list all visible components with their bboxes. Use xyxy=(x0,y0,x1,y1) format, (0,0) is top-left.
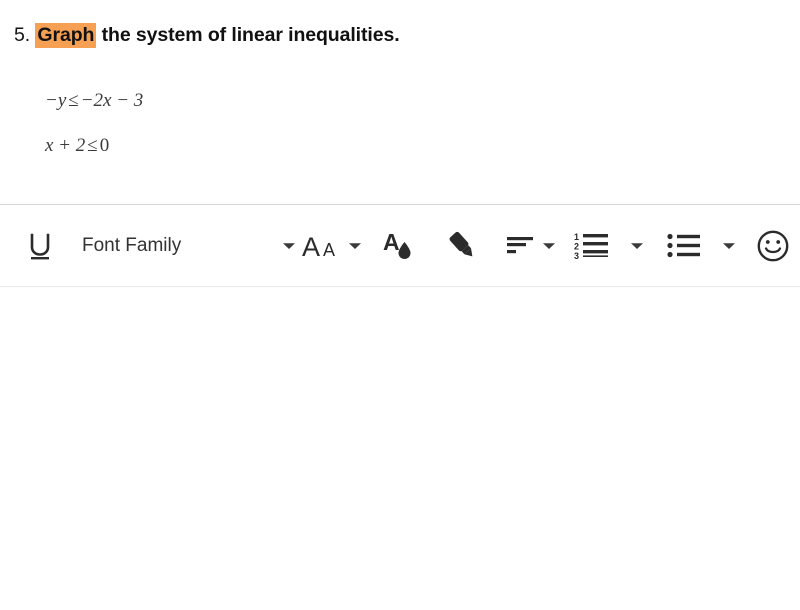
font-family-label: Font Family xyxy=(82,234,182,256)
numbered-list-icon: 1 2 3 xyxy=(574,230,610,262)
question-heading: 5. Graph the system of linear inequaliti… xyxy=(14,22,400,48)
numbered-list-caret-button[interactable] xyxy=(626,205,648,286)
equation-line-1: −y ≤ −2x − 3 xyxy=(45,90,143,112)
equation-2-lhs: x + 2 xyxy=(45,135,86,156)
bulleted-list-button[interactable] xyxy=(664,205,704,286)
underline-icon xyxy=(25,230,55,262)
chevron-down-icon xyxy=(630,241,644,251)
chevron-down-icon xyxy=(282,241,296,251)
svg-text:3: 3 xyxy=(574,251,579,261)
chevron-down-icon xyxy=(722,241,736,251)
equation-1-lhs: −y xyxy=(45,90,67,111)
smiley-icon xyxy=(756,229,790,263)
text-align-caret-button[interactable] xyxy=(538,205,560,286)
equation-list: −y ≤ −2x − 3 x + 2 ≤0 xyxy=(45,90,143,157)
chevron-down-icon xyxy=(542,241,556,251)
highlighter-button[interactable] xyxy=(442,205,484,286)
editor-toolbar: Font Family A A A 1 2 3 xyxy=(0,204,800,287)
question-number: 5. xyxy=(14,24,31,46)
equation-2-relation: ≤ xyxy=(87,135,98,156)
svg-text:A: A xyxy=(323,240,335,260)
text-align-button[interactable] xyxy=(502,205,538,286)
question-text: the system of linear inequalities. xyxy=(96,24,400,46)
equation-1-relation: ≤ xyxy=(68,90,79,111)
svg-text:2: 2 xyxy=(574,241,579,251)
text-color-icon: A xyxy=(383,228,417,264)
text-color-button[interactable]: A xyxy=(382,205,418,286)
svg-text:A: A xyxy=(383,229,400,255)
equation-2-rhs: 0 xyxy=(99,135,110,156)
svg-text:1: 1 xyxy=(574,232,579,242)
underline-button[interactable] xyxy=(20,205,60,286)
equation-line-2: x + 2 ≤0 xyxy=(45,135,143,157)
font-size-icon: A A xyxy=(302,230,346,262)
svg-text:A: A xyxy=(302,232,320,262)
font-size-button[interactable]: A A xyxy=(302,205,346,286)
font-size-caret-button[interactable] xyxy=(344,205,366,286)
highlighter-icon xyxy=(443,228,483,264)
document-canvas[interactable] xyxy=(0,288,800,610)
numbered-list-button[interactable]: 1 2 3 xyxy=(572,205,612,286)
bulleted-list-icon xyxy=(667,231,701,261)
chevron-down-icon xyxy=(348,241,362,251)
text-align-icon xyxy=(505,231,535,261)
font-family-caret-button[interactable] xyxy=(278,205,300,286)
bulleted-list-caret-button[interactable] xyxy=(718,205,740,286)
emoji-button[interactable] xyxy=(754,205,792,286)
highlighted-word: Graph xyxy=(35,23,97,48)
equation-1-rhs: −2x − 3 xyxy=(80,90,144,111)
font-family-dropdown[interactable]: Font Family xyxy=(82,205,181,286)
